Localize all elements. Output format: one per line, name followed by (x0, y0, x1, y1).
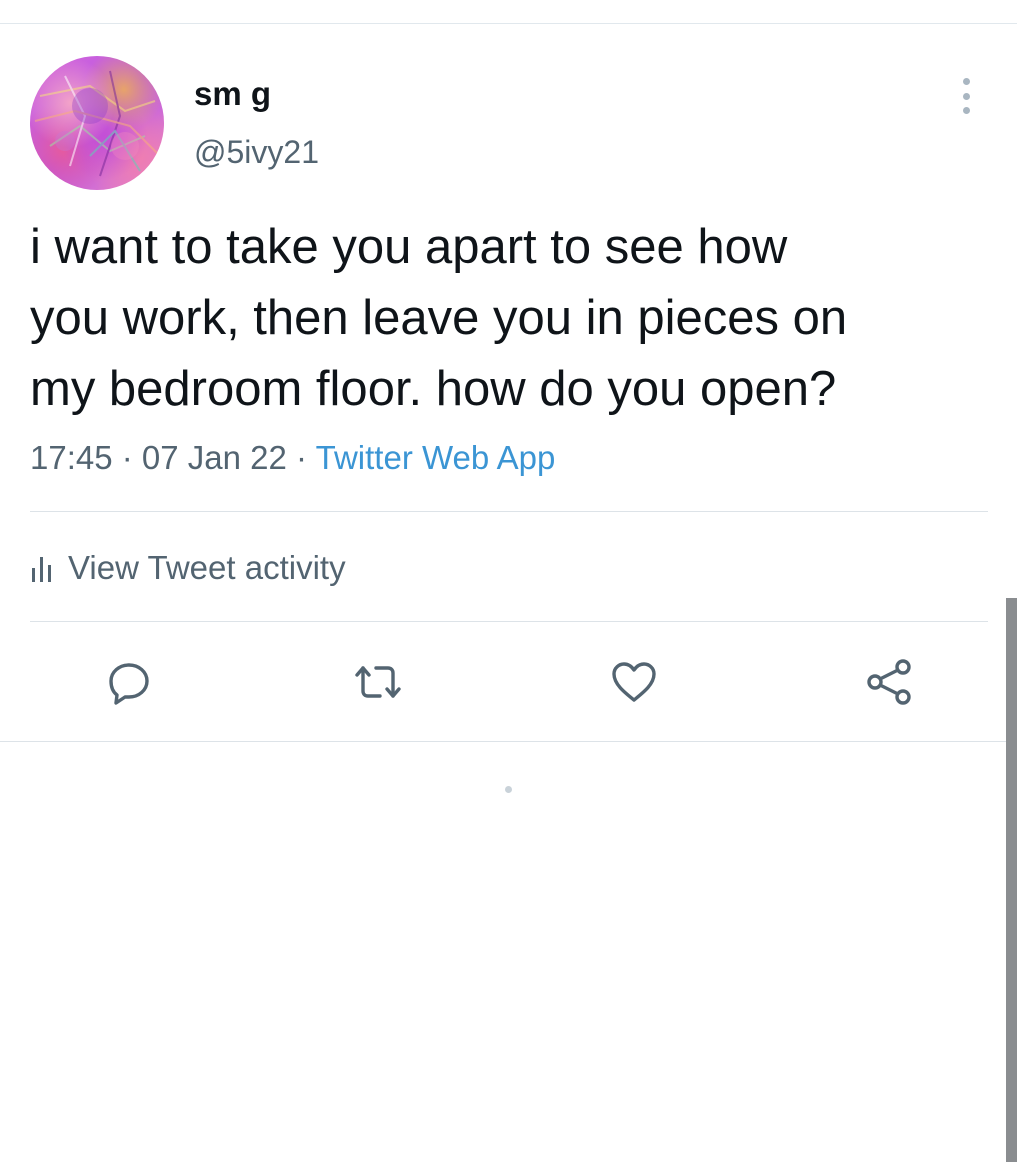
top-divider (0, 23, 1017, 24)
divider (0, 741, 1017, 742)
tweet-date[interactable]: 07 Jan 22 (142, 439, 287, 476)
more-dot-icon (962, 78, 970, 85)
avatar-texture (34, 70, 161, 177)
author-handle[interactable]: @5ivy21 (194, 130, 319, 174)
scrollbar[interactable] (1006, 598, 1017, 1162)
reply-button[interactable] (101, 654, 157, 710)
tweet-text-line: i want to take you apart to see how (30, 220, 788, 274)
tweet-text-line: my bedroom floor. how do you open? (30, 362, 837, 416)
heart-icon (612, 662, 656, 702)
tweet-meta: 17:45 · 07 Jan 22 · Twitter Web App (30, 436, 555, 480)
retweet-arrows-icon (355, 666, 401, 698)
divider (30, 511, 988, 512)
more-options-button[interactable] (950, 76, 982, 116)
like-button[interactable] (606, 654, 662, 710)
tweet-source-link[interactable]: Twitter Web App (316, 439, 556, 476)
divider (30, 621, 988, 622)
tweet-text-line: you work, then leave you in pieces on (30, 291, 848, 345)
speech-bubble-icon (109, 663, 149, 705)
share-nodes-icon (867, 659, 911, 705)
loading-indicator (505, 786, 512, 793)
tweet-text: i want to take you apart to see how you … (30, 212, 990, 425)
view-tweet-activity-button[interactable]: View Tweet activity (30, 544, 346, 592)
author-display-name[interactable]: sm g (194, 72, 271, 116)
more-dot-icon (962, 107, 970, 114)
view-tweet-activity-label: View Tweet activity (68, 549, 346, 586)
meta-separator: · (286, 439, 316, 476)
tweet-time[interactable]: 17:45 (30, 439, 113, 476)
meta-separator: · (112, 439, 142, 476)
share-button[interactable] (861, 654, 917, 710)
avatar[interactable] (30, 56, 164, 190)
more-dot-icon (962, 92, 970, 100)
retweet-button[interactable] (350, 654, 406, 710)
bar-chart-icon (32, 557, 51, 582)
